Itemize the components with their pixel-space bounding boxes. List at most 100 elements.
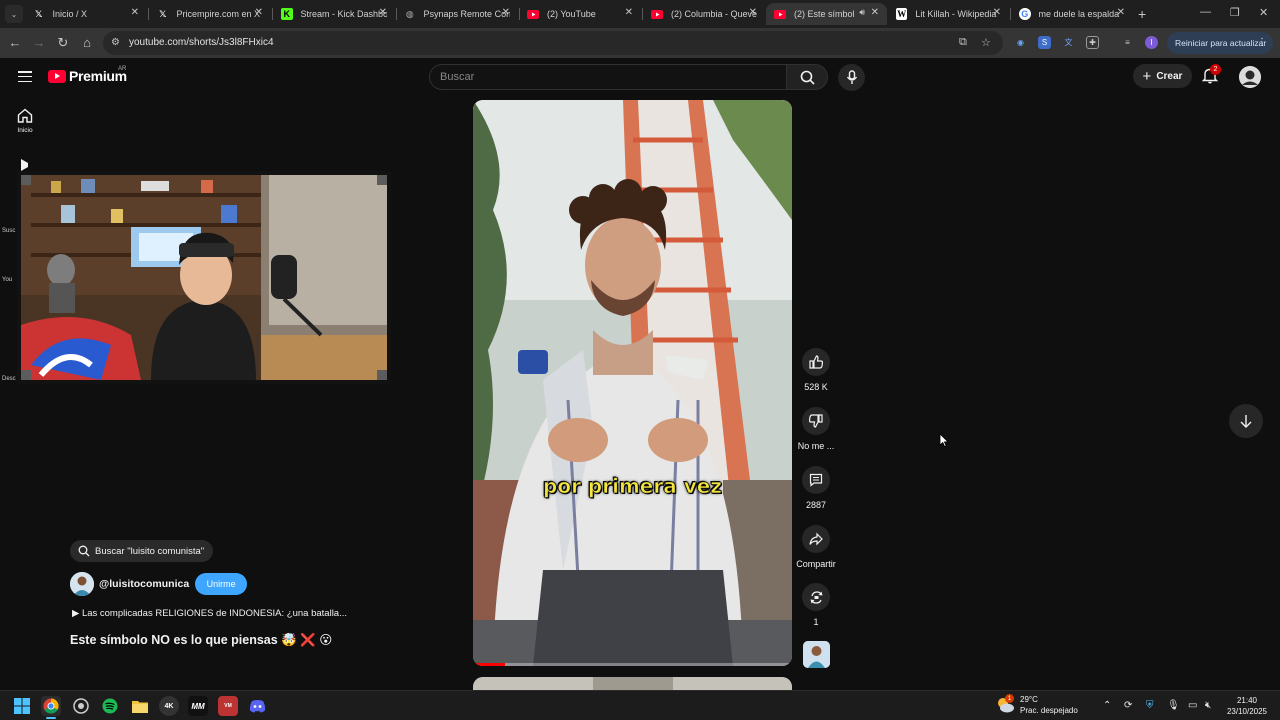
video-progress-track[interactable]: [473, 663, 792, 666]
reading-list-icon[interactable]: ≡: [1121, 36, 1134, 49]
next-video-button[interactable]: [1229, 404, 1263, 438]
close-tab-icon[interactable]: ✕: [502, 7, 510, 18]
speaker-icon[interactable]: 🔊︎: [859, 7, 865, 18]
remix-button[interactable]: [802, 583, 830, 611]
browser-tab[interactable]: ◍ Psynaps Remote Con ✕: [396, 3, 518, 25]
restore-icon[interactable]: ❐: [1230, 6, 1240, 19]
account-avatar[interactable]: [1239, 66, 1261, 88]
channel-avatar[interactable]: [70, 572, 94, 596]
minimize-icon[interactable]: —: [1200, 6, 1211, 18]
browser-tab-active[interactable]: (2) Este símbolo N 🔊︎ ✕: [766, 3, 887, 25]
microphone-icon: [846, 70, 857, 84]
remix-action[interactable]: 1: [795, 583, 837, 627]
extensions-puzzle-icon[interactable]: ✚: [1086, 36, 1099, 49]
join-button[interactable]: Unirme: [195, 573, 248, 595]
chrome-icon[interactable]: [41, 696, 61, 716]
voice-search-button[interactable]: [838, 64, 865, 91]
comments-action[interactable]: 2887: [795, 466, 837, 510]
close-tab-icon[interactable]: ✕: [1117, 7, 1125, 18]
close-tab-icon[interactable]: ✕: [871, 7, 879, 18]
microphone-tray-icon[interactable]: 🎙︎: [1167, 700, 1180, 711]
browser-tab[interactable]: K Stream - Kick Dashbo ✕: [273, 3, 395, 25]
close-window-icon[interactable]: ✕: [1259, 6, 1268, 19]
channel-name[interactable]: @luisitocomunica: [99, 578, 189, 590]
next-short-preview[interactable]: [473, 677, 792, 691]
kick-logo-icon: K: [281, 8, 293, 20]
close-tab-icon[interactable]: ✕: [625, 7, 633, 18]
bookmark-star-icon[interactable]: ☆: [981, 36, 991, 49]
create-button[interactable]: + Crear: [1133, 64, 1192, 88]
file-explorer-icon[interactable]: [130, 696, 150, 716]
sound-source-thumbnail[interactable]: [803, 641, 830, 668]
tab-search-icon[interactable]: ⌄: [5, 5, 23, 23]
guide-home[interactable]: Inicio: [8, 108, 42, 134]
browser-tab[interactable]: 𝕏 Inicio / X ✕: [25, 3, 147, 25]
comments-button[interactable]: [802, 466, 830, 494]
chrome-dev-icon[interactable]: [71, 696, 91, 716]
network-icon[interactable]: ▭: [1188, 700, 1197, 711]
menu-dots-icon[interactable]: ⋮: [1257, 37, 1267, 48]
youtube-logo-icon: [774, 8, 786, 20]
new-tab-icon[interactable]: +: [1138, 6, 1146, 22]
notification-badge: 2: [1210, 64, 1221, 75]
system-clock[interactable]: 21:40 23/10/2025: [1226, 695, 1268, 717]
like-button[interactable]: [802, 348, 830, 376]
volume-muted-icon[interactable]: 🔇︎: [1205, 700, 1211, 711]
wikipedia-icon: W: [896, 8, 908, 20]
browser-tab[interactable]: 𝕏 Pricempire.com en X ✕: [149, 3, 271, 25]
related-search-chip[interactable]: Buscar "luisito comunista": [70, 540, 214, 562]
tray-chevron-icon[interactable]: ⌃: [1103, 700, 1111, 711]
mm-app-icon[interactable]: MM: [188, 696, 208, 716]
guide-home-label: Inicio: [17, 127, 33, 134]
guide-downloads-fragment[interactable]: Desc: [2, 376, 16, 382]
site-info-icon[interactable]: ⚙: [111, 37, 120, 48]
shield-icon[interactable]: ⛨: [1146, 700, 1154, 711]
voicemeeter-icon[interactable]: VM: [218, 696, 238, 716]
clock-time: 21:40: [1236, 696, 1258, 705]
close-tab-icon[interactable]: ✕: [255, 7, 263, 18]
guide-you-fragment[interactable]: You: [2, 277, 12, 283]
related-video-link[interactable]: ▶ Las complicadas RELIGIONES de INDONESI…: [72, 608, 347, 619]
share-action[interactable]: Compartir: [795, 525, 837, 569]
translate-extension-icon[interactable]: 文: [1062, 36, 1075, 49]
share-label: Compartir: [796, 559, 836, 569]
short-video-player[interactable]: por primera vez: [473, 100, 792, 666]
reload-icon[interactable]: ↻: [55, 35, 71, 51]
extension-icon[interactable]: S: [1038, 36, 1051, 49]
forward-icon[interactable]: →: [31, 35, 47, 50]
home-icon[interactable]: ⌂: [79, 35, 95, 50]
browser-tab[interactable]: (2) Columbia - Queve ✕: [643, 3, 765, 25]
update-browser-button[interactable]: Reiniciar para actualizar ⋮: [1167, 32, 1273, 54]
back-icon[interactable]: ←: [7, 35, 23, 50]
youtube-play-icon: [48, 69, 66, 83]
spotify-icon[interactable]: [100, 696, 120, 716]
browser-tab[interactable]: W Lit Killah - Wikipedia ✕: [888, 3, 1009, 25]
share-button[interactable]: [802, 525, 830, 553]
notifications-button[interactable]: 2: [1201, 64, 1221, 85]
weather-temperature: 29°C: [1020, 695, 1038, 704]
dislike-button[interactable]: [802, 407, 830, 435]
search-input[interactable]: [430, 65, 770, 89]
browser-tab[interactable]: (2) YouTube ✕: [519, 3, 641, 25]
install-app-icon[interactable]: ⧉: [959, 36, 967, 49]
close-tab-icon[interactable]: ✕: [749, 7, 757, 18]
dislike-action[interactable]: No me ...: [795, 407, 837, 451]
close-tab-icon[interactable]: ✕: [993, 7, 1001, 18]
sync-icon[interactable]: ⟳: [1124, 700, 1132, 711]
browser-tab[interactable]: G me duele la espalda ✕: [1011, 3, 1133, 25]
profile-icon[interactable]: I: [1145, 36, 1158, 49]
guide-subscriptions-fragment[interactable]: Susc: [2, 228, 15, 234]
close-tab-icon[interactable]: ✕: [379, 7, 387, 18]
address-bar[interactable]: ⚙ youtube.com/shorts/Js3l8FHxic4 ⧉ ☆: [103, 31, 1003, 55]
windows-start-icon[interactable]: [12, 696, 32, 716]
search-button[interactable]: [787, 64, 828, 90]
extension-icon[interactable]: ◉: [1014, 36, 1027, 49]
discord-icon[interactable]: [247, 696, 267, 716]
youtube-premium-logo[interactable]: Premium AR: [48, 66, 127, 84]
close-tab-icon[interactable]: ✕: [131, 7, 139, 18]
like-action[interactable]: 528 K: [795, 348, 837, 392]
url-text[interactable]: youtube.com/shorts/Js3l8FHxic4: [129, 37, 274, 48]
weather-badge: 1: [1005, 694, 1014, 703]
hamburger-menu-icon[interactable]: [18, 71, 32, 82]
4k-downloader-icon[interactable]: 4K: [159, 696, 179, 716]
